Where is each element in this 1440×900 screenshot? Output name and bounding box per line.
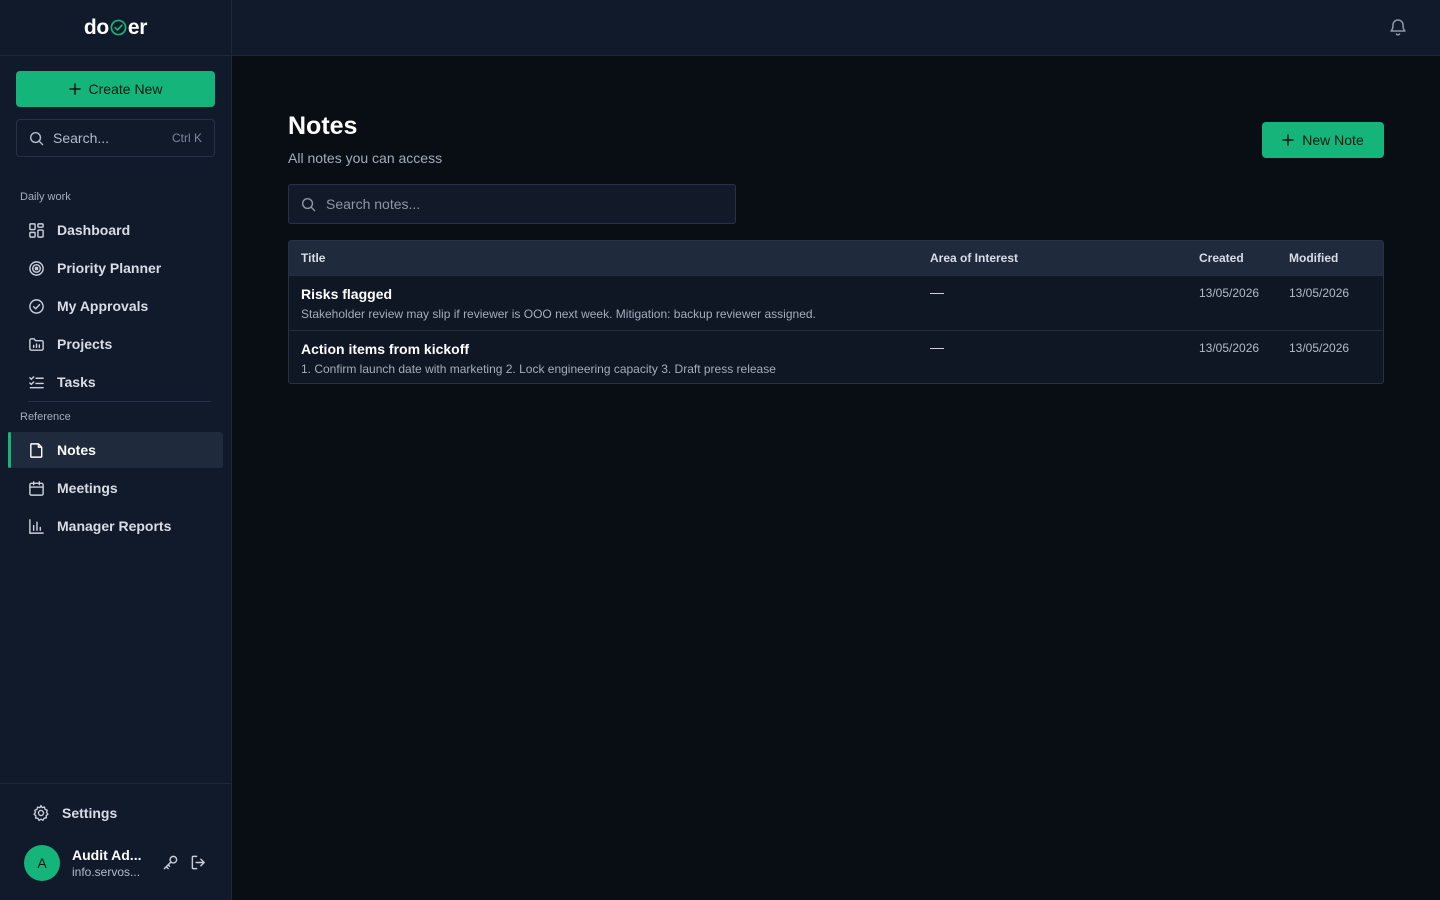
target-icon	[28, 260, 45, 277]
sidebar-item-label: Dashboard	[57, 222, 131, 238]
note-title[interactable]: Action items from kickoff	[301, 341, 469, 357]
sidebar-item-label: Tasks	[57, 374, 96, 390]
check-circle-logo-icon	[110, 19, 127, 36]
sidebar-item-label: Priority Planner	[57, 260, 162, 276]
column-header-area[interactable]: Area of Interest	[930, 251, 1018, 265]
sidebar-item-manager-reports[interactable]: Manager Reports	[8, 508, 223, 544]
settings-link[interactable]: Settings	[32, 804, 117, 822]
create-new-label: Create New	[88, 81, 163, 97]
column-header-modified[interactable]: Modified	[1289, 251, 1338, 265]
folder-chart-icon	[28, 336, 45, 353]
table-row[interactable]: Action items from kickoff 1. Confirm lau…	[289, 330, 1383, 383]
user-email: info.servos...	[72, 865, 141, 879]
note-created: 13/05/2026	[1199, 286, 1260, 300]
bar-chart-icon	[28, 518, 45, 535]
logo-text-right: er	[127, 15, 148, 39]
nav-divider	[28, 401, 211, 402]
logo-text-left: do	[83, 15, 109, 39]
section-label-reference: Reference	[20, 411, 71, 423]
note-area: —	[930, 284, 944, 300]
sidebar-item-projects[interactable]: Projects	[8, 326, 223, 362]
notes-search-placeholder: Search notes...	[326, 196, 421, 212]
sidebar-item-dashboard[interactable]: Dashboard	[8, 212, 223, 248]
note-created: 13/05/2026	[1199, 341, 1260, 355]
note-title[interactable]: Risks flagged	[301, 286, 392, 302]
check-circle-icon	[28, 298, 45, 315]
calendar-icon	[28, 480, 45, 497]
column-header-created[interactable]: Created	[1199, 251, 1244, 265]
note-area: —	[930, 339, 944, 355]
plus-icon	[1282, 134, 1295, 146]
settings-label: Settings	[62, 805, 118, 821]
grid-icon	[28, 222, 45, 239]
sidebar-item-label: Meetings	[57, 480, 118, 496]
table-header: Title Area of Interest Created Modified	[289, 241, 1383, 275]
logout-icon[interactable]	[190, 854, 207, 876]
gear-icon	[33, 804, 49, 822]
new-note-label: New Note	[1302, 132, 1364, 148]
note-modified: 13/05/2026	[1289, 341, 1350, 355]
search-icon	[301, 197, 316, 211]
table-row[interactable]: Risks flagged Stakeholder review may sli…	[289, 275, 1383, 330]
top-bar	[232, 0, 1440, 56]
note-icon	[28, 442, 45, 459]
note-description: 1. Confirm launch date with marketing 2.…	[301, 362, 776, 376]
logo-area: do er	[0, 0, 231, 56]
sidebar-item-meetings[interactable]: Meetings	[8, 470, 223, 506]
notes-table: Title Area of Interest Created Modified …	[288, 240, 1384, 384]
sidebar-item-label: My Approvals	[57, 298, 149, 314]
sidebar-item-notes[interactable]: Notes	[8, 432, 223, 468]
create-new-button[interactable]: Create New	[16, 71, 215, 107]
key-icon[interactable]	[162, 854, 179, 876]
note-modified: 13/05/2026	[1289, 286, 1350, 300]
notes-search-input[interactable]: Search notes...	[288, 184, 736, 224]
avatar[interactable]: A	[24, 845, 60, 881]
page-subtitle: All notes you can access	[288, 150, 443, 166]
section-label-daily: Daily work	[20, 191, 71, 203]
search-icon	[29, 131, 44, 145]
column-header-title[interactable]: Title	[301, 251, 325, 265]
sidebar-item-tasks[interactable]: Tasks	[8, 364, 223, 400]
page-title: Notes	[288, 112, 358, 140]
sidebar-item-label: Manager Reports	[57, 518, 172, 534]
note-description: Stakeholder review may slip if reviewer …	[301, 307, 816, 321]
search-shortcut: Ctrl K	[172, 131, 202, 145]
sidebar: do er Create New Search... Ctrl K Daily …	[0, 0, 232, 900]
sidebar-search-placeholder: Search...	[53, 130, 110, 146]
new-note-button[interactable]: New Note	[1262, 122, 1384, 158]
user-name: Audit Ad...	[72, 847, 142, 863]
sidebar-search[interactable]: Search... Ctrl K	[16, 119, 215, 157]
sidebar-item-label: Notes	[57, 442, 96, 458]
sidebar-item-priority-planner[interactable]: Priority Planner	[8, 250, 223, 286]
sidebar-item-label: Projects	[57, 336, 113, 352]
logo[interactable]: do er	[83, 15, 148, 40]
list-check-icon	[28, 374, 45, 391]
sidebar-item-my-approvals[interactable]: My Approvals	[8, 288, 223, 324]
bell-icon[interactable]	[1388, 17, 1408, 42]
sidebar-footer: Settings A Audit Ad... info.servos...	[0, 783, 231, 900]
plus-icon	[68, 83, 81, 95]
